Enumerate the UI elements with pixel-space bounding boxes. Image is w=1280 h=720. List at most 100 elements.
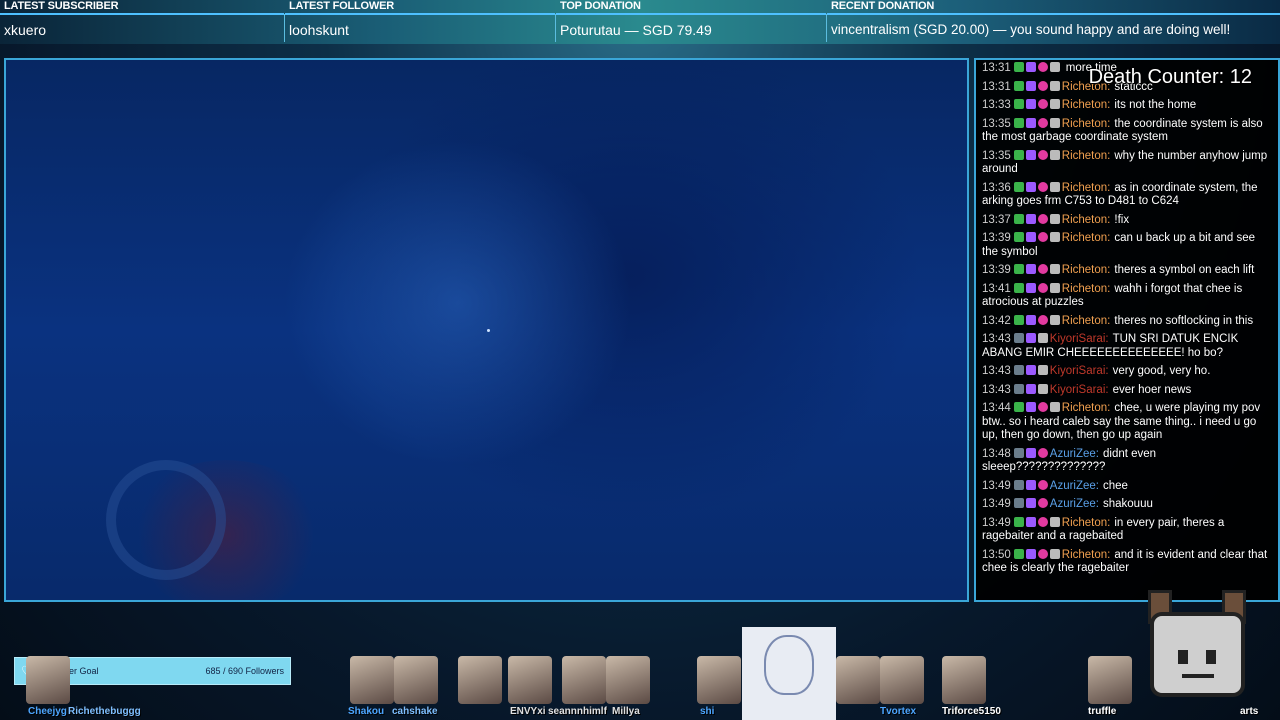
chat-username[interactable]: Richeton: — [1062, 517, 1111, 529]
member-name: Cheejyg — [28, 706, 67, 717]
chat-panel[interactable]: 13:31 more time 13:31 Richeton: staticcc 13:3… — [974, 58, 1280, 602]
game-view[interactable] — [4, 58, 969, 602]
member-avatar — [350, 656, 394, 704]
heart-badge-icon — [1037, 282, 1048, 293]
heart-badge-icon — [1037, 314, 1048, 325]
sub-badge-icon — [1013, 314, 1024, 325]
chat-username[interactable]: Richeton: — [1062, 549, 1111, 561]
chat-timestamp: 13:44 — [982, 402, 1011, 414]
chat-timestamp: 13:39 — [982, 232, 1011, 244]
prime-badge-icon — [1025, 213, 1036, 224]
chat-text: very good, very ho. — [1112, 365, 1211, 377]
chat-username[interactable]: Richeton: — [1062, 182, 1111, 194]
prime-badge-icon — [1025, 282, 1036, 293]
chat-username[interactable]: Richeton: — [1062, 150, 1111, 162]
avatar-face — [764, 635, 814, 695]
prime-badge-icon — [1025, 62, 1036, 72]
member-name: cahshake — [392, 706, 438, 717]
glitch-badge-icon — [1037, 333, 1048, 343]
chat-username[interactable]: Richeton: — [1062, 315, 1111, 327]
stream-info-bar: LATEST SUBSCRIBER xkuero LATEST FOLLOWER… — [0, 0, 1280, 44]
chat-username[interactable]: Richeton: — [1062, 402, 1111, 414]
chat-message: 13:48 AzuriZee: didnt even sleeep?????????… — [976, 446, 1278, 478]
chat-username[interactable]: KiyoriSarai: — [1050, 365, 1109, 377]
latest-subscriber-panel: LATEST SUBSCRIBER xkuero — [0, 0, 284, 44]
chat-message: 13:50 Richeton: and it is evident and clea… — [976, 547, 1278, 579]
death-counter: Death Counter: 12 — [1088, 66, 1252, 88]
member-name: seannnhimlf — [548, 706, 607, 717]
sub-badge-icon — [1013, 99, 1024, 109]
prime-badge-icon — [1025, 314, 1036, 325]
chat-username[interactable]: Richeton: — [1062, 283, 1111, 295]
heart-badge-icon — [1037, 402, 1048, 412]
chat-username[interactable]: AzuriZee: — [1050, 498, 1099, 510]
avatar-badge-icon — [1013, 498, 1024, 508]
latest-follower-label: LATEST FOLLOWER — [289, 0, 394, 12]
member-name: Shakou — [348, 706, 385, 717]
chat-message: 13:49 AzuriZee: chee — [976, 478, 1278, 497]
member-avatar — [458, 656, 502, 704]
chat-timestamp: 13:41 — [982, 282, 1011, 295]
chat-username[interactable]: AzuriZee: — [1050, 480, 1099, 492]
chat-message: 13:41 Richeton: wahh i forgot that chee is… — [976, 281, 1278, 313]
sub-badge-icon — [1013, 548, 1024, 559]
member-avatar — [880, 656, 924, 704]
sub-badge-icon — [1013, 149, 1024, 160]
chat-message: 13:37 Richeton: !fix — [976, 212, 1278, 231]
chat-message: 13:39 Richeton: theres a symbol on each li… — [976, 262, 1278, 281]
chat-timestamp: 13:48 — [982, 447, 1011, 460]
chat-text: why the number anyhow jump around — [982, 149, 1268, 176]
sub-badge-icon — [1013, 213, 1024, 224]
chat-username[interactable]: Richeton: — [1062, 232, 1111, 244]
glitch-badge-icon — [1049, 80, 1060, 91]
chat-message: 13:49 Richeton: in every pair, theres a ra… — [976, 515, 1278, 547]
chat-message: 13:33 Richeton: its not the home — [976, 97, 1278, 116]
heart-badge-icon — [1037, 264, 1048, 274]
prime-badge-icon — [1025, 333, 1036, 343]
sub-badge-icon — [1013, 282, 1024, 293]
latest-follower-panel: LATEST FOLLOWER loohskunt — [285, 0, 555, 44]
chat-message: 13:43 KiyoriSarai: ever hoer news — [976, 382, 1278, 401]
chat-username[interactable]: AzuriZee: — [1050, 448, 1099, 460]
chat-message: 13:42 Richeton: theres no softlocking in t… — [976, 313, 1278, 332]
member-name: Triforce5150 — [942, 706, 1001, 717]
prime-badge-icon — [1025, 181, 1036, 192]
prime-badge-icon — [1025, 383, 1036, 394]
chat-timestamp: 13:33 — [982, 99, 1011, 111]
chat-text: shakouuu — [1103, 498, 1153, 510]
heart-badge-icon — [1037, 213, 1048, 224]
chat-text: !fix — [1114, 213, 1130, 226]
chat-text: and it is evident and clear that chee is… — [982, 548, 1268, 575]
game-ring — [106, 460, 226, 580]
heart-badge-icon — [1037, 62, 1048, 72]
chat-message-list[interactable]: 13:31 more time 13:31 Richeton: staticcc 13:3… — [976, 60, 1278, 579]
member-name: shi — [700, 706, 715, 717]
chat-timestamp: 13:39 — [982, 264, 1011, 276]
heart-badge-icon — [1037, 99, 1048, 109]
chat-username[interactable]: Richeton: — [1062, 264, 1111, 276]
glitch-badge-icon — [1049, 99, 1060, 109]
chat-timestamp: 13:35 — [982, 149, 1011, 162]
member-name: Millya — [612, 706, 640, 717]
chat-timestamp: 13:49 — [982, 498, 1011, 510]
member-avatar — [1088, 656, 1132, 704]
heart-badge-icon — [1037, 80, 1048, 91]
member-name: truffle — [1088, 706, 1117, 717]
chat-username[interactable]: Richeton: — [1062, 214, 1111, 226]
mascot-icon — [1140, 590, 1255, 720]
chat-username[interactable]: Richeton: — [1062, 99, 1111, 111]
chat-timestamp: 13:35 — [982, 117, 1011, 130]
prime-badge-icon — [1025, 149, 1036, 160]
chat-message: 13:43 KiyoriSarai: TUN SRI DATUK ENCIK ABA… — [976, 331, 1278, 363]
chat-message: 13:39 Richeton: can u back up a bit and se… — [976, 230, 1278, 262]
chat-username[interactable]: KiyoriSarai: — [1050, 384, 1109, 396]
chat-username[interactable]: KiyoriSarai: — [1050, 333, 1109, 345]
glitch-badge-icon — [1037, 365, 1048, 375]
chat-username[interactable]: Richeton: — [1062, 118, 1111, 130]
member-avatar — [26, 656, 70, 704]
latest-subscriber-value: xkuero — [4, 22, 47, 38]
chat-text: theres no softlocking in this — [1114, 314, 1254, 327]
chat-timestamp: 13:43 — [982, 333, 1011, 345]
chat-text: chee — [1103, 479, 1128, 492]
prime-badge-icon — [1025, 117, 1036, 128]
